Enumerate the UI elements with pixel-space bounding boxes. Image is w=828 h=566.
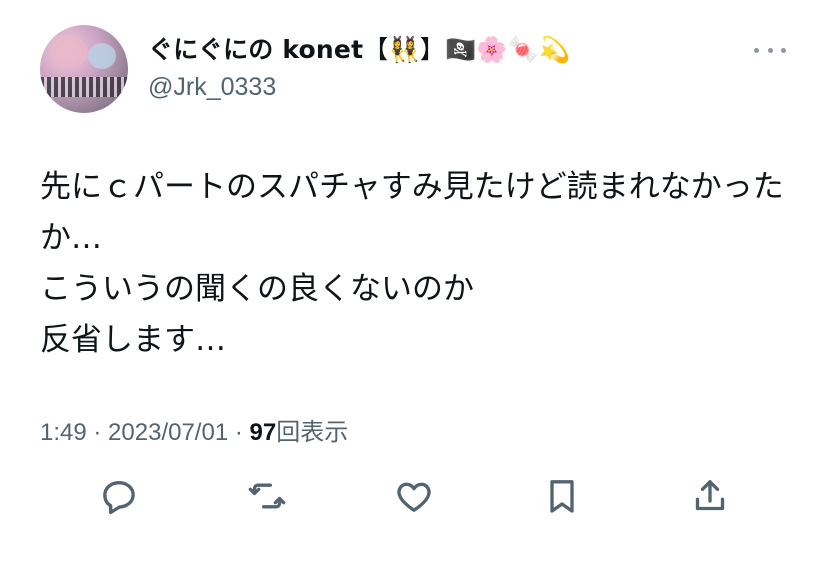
views-label: 回表示 xyxy=(276,419,349,446)
bookmark-button[interactable] xyxy=(538,472,586,520)
tweet-date[interactable]: 2023/07/01 xyxy=(108,419,228,446)
share-button[interactable] xyxy=(686,472,734,520)
reply-button[interactable] xyxy=(95,472,143,520)
bookmark-icon xyxy=(550,480,574,513)
retweet-icon xyxy=(248,483,286,509)
like-button[interactable] xyxy=(390,472,438,520)
more-options-icon[interactable] xyxy=(754,40,786,60)
tweet-meta: 1:49 · 2023/07/01 · 97回表示 xyxy=(40,419,349,446)
retweet-button[interactable] xyxy=(243,472,291,520)
author-name-text: ぐにぐにの konet xyxy=(148,35,364,64)
tweet-time[interactable]: 1:49 xyxy=(40,419,87,446)
avatar[interactable] xyxy=(40,25,128,113)
heart-icon xyxy=(397,482,431,512)
views-count: 97 xyxy=(249,419,277,446)
action-bar xyxy=(0,472,828,520)
author-handle[interactable]: @Jrk_0333 xyxy=(148,73,276,102)
author-name-emojis: 【👯‍♀️】🏴‍☠️🌸🍬💫 xyxy=(363,35,571,64)
author-display-name[interactable]: ぐにぐにの konet【👯‍♀️】🏴‍☠️🌸🍬💫 xyxy=(148,30,570,66)
tweet-text: 先にｃパートのスパチャすみ見たけど読まれなかったか… こういうの聞くの良くないの… xyxy=(40,169,784,358)
reply-icon xyxy=(103,481,135,515)
share-icon xyxy=(695,480,725,511)
